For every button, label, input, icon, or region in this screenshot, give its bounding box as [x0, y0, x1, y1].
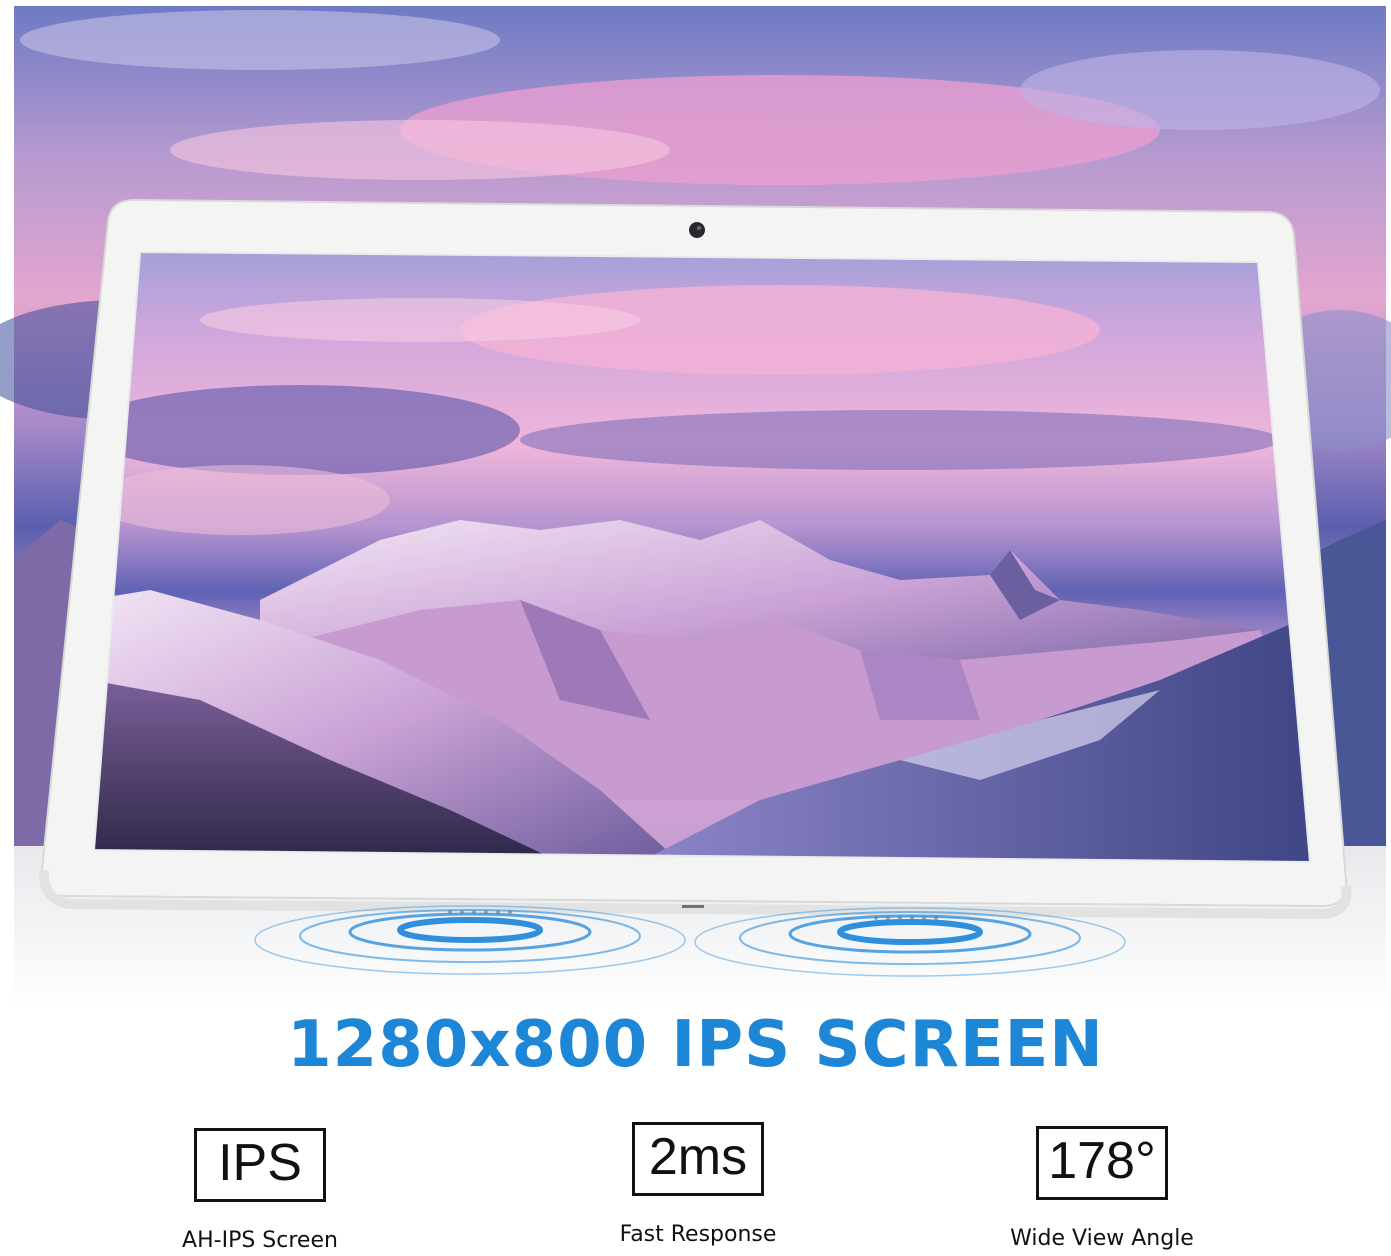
- headline: 1280x800 IPS SCREEN: [287, 1008, 1104, 1082]
- feature-label: AH-IPS Screen: [182, 1228, 338, 1253]
- camera-icon: [689, 222, 705, 238]
- feature-badge: 2ms: [632, 1122, 764, 1196]
- feature-badge: IPS: [194, 1128, 326, 1202]
- feature-badge: 178°: [1036, 1126, 1168, 1200]
- product-banner: 1280x800 IPS SCREEN IPS AH-IPS Screen 2m…: [0, 0, 1391, 1256]
- feature-label: Wide View Angle: [1010, 1226, 1194, 1251]
- feature-response: 2ms Fast Response: [528, 1122, 868, 1247]
- feature-ips: IPS AH-IPS Screen: [90, 1122, 430, 1253]
- tablet-hero-illustration: [0, 6, 1391, 1010]
- feature-view-angle: 178° Wide View Angle: [932, 1122, 1272, 1251]
- feature-label: Fast Response: [619, 1222, 777, 1247]
